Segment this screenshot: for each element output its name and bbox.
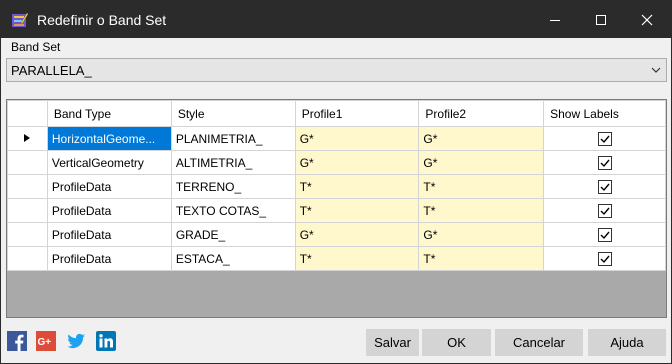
band-type-cell[interactable]: VerticalGeometry <box>46 150 172 175</box>
table-row[interactable]: ProfileData TEXTO COTAS_ T* T* <box>7 198 666 223</box>
show-labels-checkbox[interactable] <box>597 251 612 266</box>
show-labels-cell[interactable] <box>543 150 666 175</box>
close-icon <box>641 14 653 25</box>
minimize-button[interactable] <box>532 1 578 38</box>
row-header[interactable] <box>7 198 48 223</box>
show-labels-checkbox[interactable] <box>597 131 612 146</box>
row-header[interactable] <box>7 246 48 271</box>
cancel-button[interactable]: Cancelar <box>495 329 583 356</box>
twitter-icon[interactable] <box>66 331 86 351</box>
band-type-cell[interactable]: ProfileData <box>46 198 172 223</box>
profile2-cell[interactable]: T* <box>418 246 545 271</box>
table-row[interactable]: HorizontalGeome... PLANIMETRIA_ G* G* <box>7 126 666 151</box>
profile1-cell[interactable]: T* <box>294 246 420 271</box>
style-cell[interactable]: ESTACA_ <box>170 246 296 271</box>
profile2-cell[interactable]: G* <box>418 126 545 151</box>
header-row: Band Type Style Profile1 Profile2 Show L… <box>7 100 666 127</box>
band-type-cell[interactable]: ProfileData <box>46 246 172 271</box>
band-set-dropdown[interactable]: PARALLELA_ <box>6 58 667 82</box>
show-labels-checkbox[interactable] <box>597 227 612 242</box>
facebook-icon[interactable] <box>7 331 27 351</box>
band-type-cell[interactable]: ProfileData <box>46 174 172 199</box>
save-button[interactable]: Salvar <box>366 329 419 356</box>
column-header-band-type[interactable]: Band Type <box>46 100 172 127</box>
band-set-value: PARALLELA_ <box>11 63 92 78</box>
help-button[interactable]: Ajuda <box>588 329 666 356</box>
band-type-cell[interactable]: ProfileData <box>46 222 172 247</box>
style-cell[interactable]: TEXTO COTAS_ <box>170 198 296 223</box>
row-header[interactable] <box>7 126 48 151</box>
band-grid: Band Type Style Profile1 Profile2 Show L… <box>6 99 667 318</box>
table-row[interactable]: ProfileData ESTACA_ T* T* <box>7 246 666 271</box>
ok-button[interactable]: OK <box>422 329 491 356</box>
show-labels-cell[interactable] <box>543 222 666 247</box>
band-type-cell[interactable]: HorizontalGeome... <box>46 126 172 151</box>
band-table: Band Type Style Profile1 Profile2 Show L… <box>7 100 666 271</box>
style-cell[interactable]: ALTIMETRIA_ <box>170 150 296 175</box>
app-icon <box>12 12 29 27</box>
maximize-icon <box>596 14 606 25</box>
row-header[interactable] <box>7 222 48 247</box>
show-labels-cell[interactable] <box>543 246 666 271</box>
svg-text:G+: G+ <box>38 337 52 348</box>
band-set-label: Band Set <box>11 40 61 54</box>
row-header[interactable] <box>7 150 48 175</box>
show-labels-cell[interactable] <box>543 198 666 223</box>
column-header-show-labels[interactable]: Show Labels <box>543 100 666 127</box>
linkedin-icon[interactable] <box>96 331 116 351</box>
profile2-cell[interactable]: T* <box>418 198 545 223</box>
style-cell[interactable]: PLANIMETRIA_ <box>170 126 296 151</box>
show-labels-checkbox[interactable] <box>597 203 612 218</box>
profile2-cell[interactable]: G* <box>418 150 545 175</box>
close-button[interactable] <box>624 1 670 38</box>
profile2-cell[interactable]: T* <box>418 174 545 199</box>
minimize-icon <box>550 19 560 21</box>
dialog-window: Redefinir o Band Set Band Set PARALLELA_… <box>0 0 672 364</box>
style-cell[interactable]: GRADE_ <box>170 222 296 247</box>
profile1-cell[interactable]: T* <box>294 174 420 199</box>
profile1-cell[interactable]: G* <box>294 222 420 247</box>
show-labels-checkbox[interactable] <box>597 155 612 170</box>
chevron-down-icon <box>651 67 661 73</box>
column-header-profile2[interactable]: Profile2 <box>418 100 545 127</box>
style-cell[interactable]: TERRENO_ <box>170 174 296 199</box>
window-title: Redefinir o Band Set <box>37 12 167 28</box>
show-labels-cell[interactable] <box>543 174 666 199</box>
profile1-cell[interactable]: G* <box>294 150 420 175</box>
column-header-profile1[interactable]: Profile1 <box>294 100 420 127</box>
corner-header <box>7 100 48 127</box>
column-header-style[interactable]: Style <box>170 100 296 127</box>
profile1-cell[interactable]: T* <box>294 198 420 223</box>
show-labels-cell[interactable] <box>543 126 666 151</box>
table-row[interactable]: VerticalGeometry ALTIMETRIA_ G* G* <box>7 150 666 175</box>
table-row[interactable]: ProfileData TERRENO_ T* T* <box>7 174 666 199</box>
show-labels-checkbox[interactable] <box>597 179 612 194</box>
profile1-cell[interactable]: G* <box>294 126 420 151</box>
table-row[interactable]: ProfileData GRADE_ G* G* <box>7 222 666 247</box>
current-row-arrow-icon <box>24 133 31 142</box>
title-bar[interactable]: Redefinir o Band Set <box>1 1 671 38</box>
profile2-cell[interactable]: G* <box>418 222 545 247</box>
row-header[interactable] <box>7 174 48 199</box>
google-plus-icon[interactable]: G+ <box>36 331 56 351</box>
maximize-button[interactable] <box>578 1 624 38</box>
